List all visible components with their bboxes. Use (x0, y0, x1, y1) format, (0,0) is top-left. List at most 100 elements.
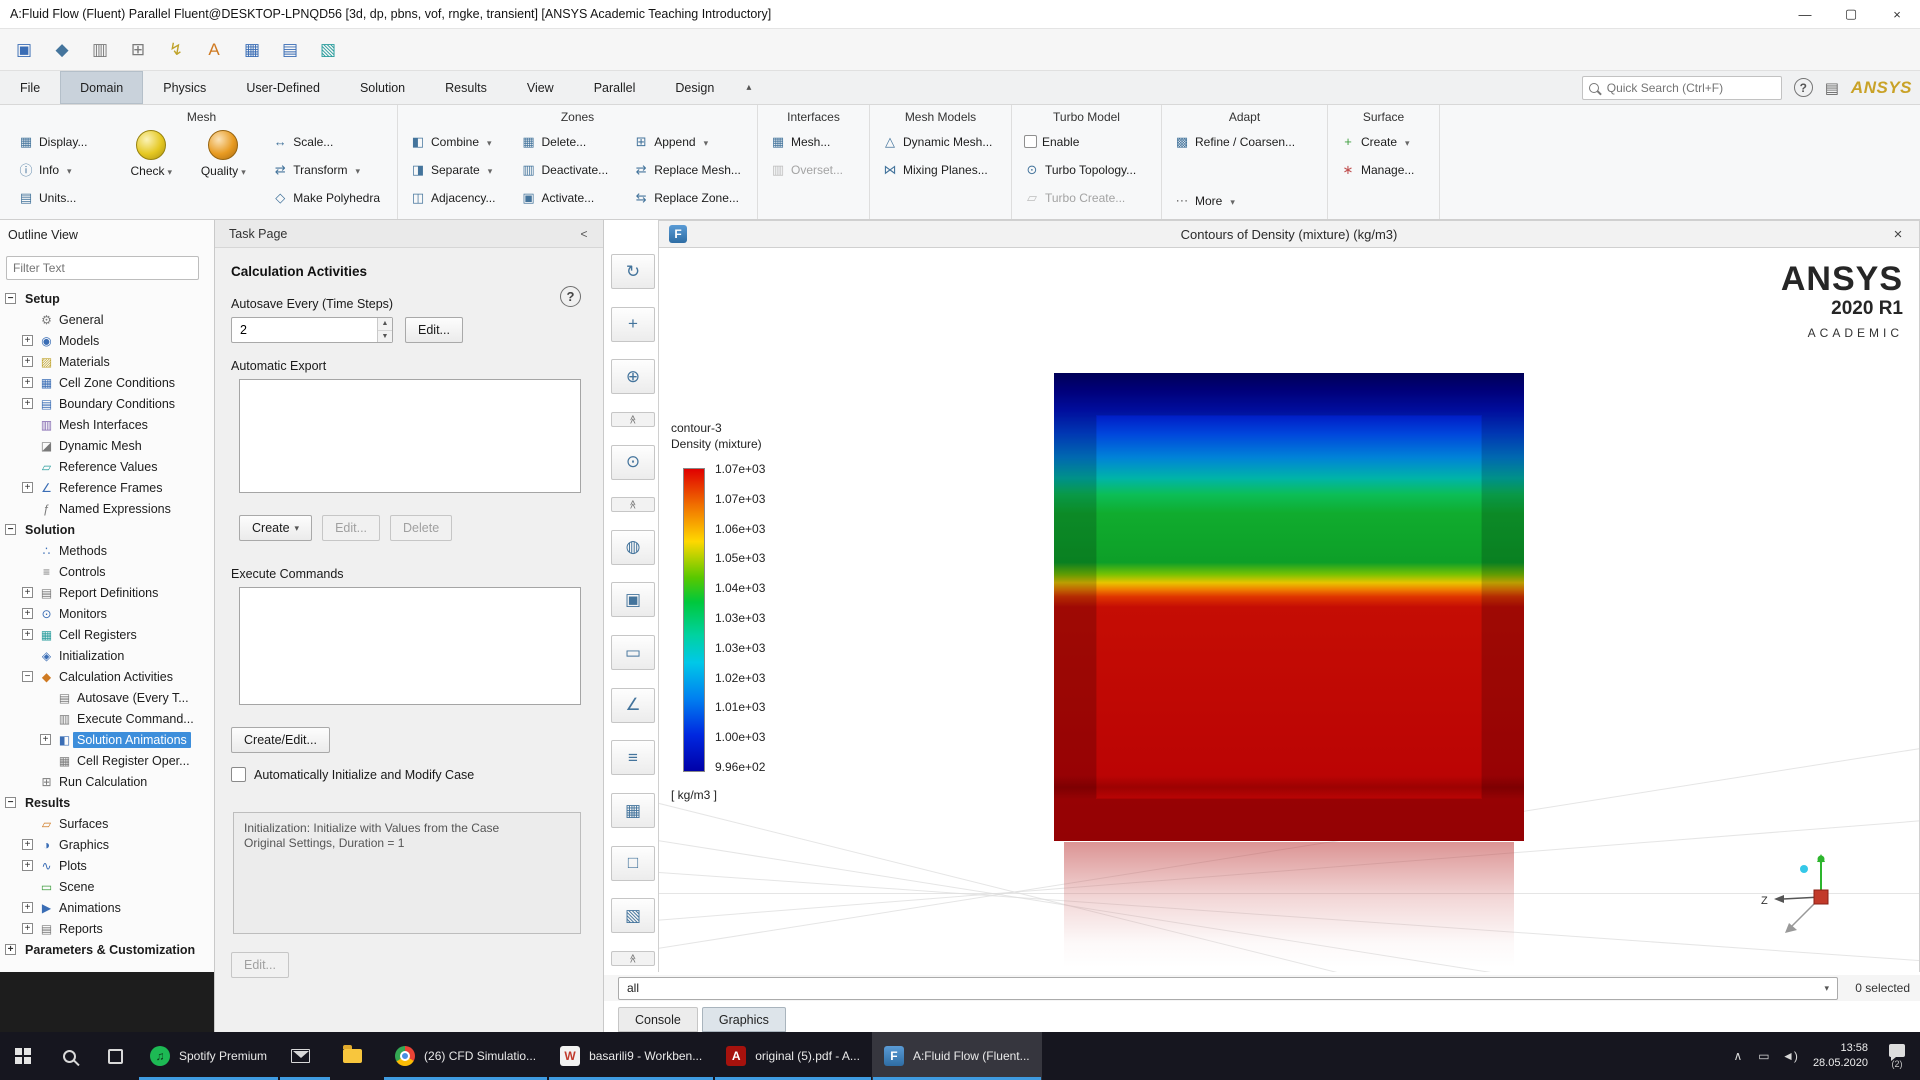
autosave-edit-button[interactable]: Edit... (405, 317, 463, 343)
tree-item[interactable]: ◪ Dynamic Mesh (0, 435, 214, 456)
tree-item[interactable]: ▥ Execute Command... (0, 708, 214, 729)
tree-item[interactable]: Solution (0, 519, 214, 540)
collapse-panel-icon[interactable]: < (575, 227, 593, 241)
measure-icon[interactable]: ▭ (611, 635, 655, 671)
taskbar-app-chrome[interactable]: (26) CFD Simulatio... (383, 1032, 548, 1080)
lights-icon[interactable]: ◍ (611, 529, 655, 565)
info-button[interactable]: ⓘ Info (15, 157, 105, 182)
automatic-export-list[interactable] (239, 379, 581, 493)
calculator-icon[interactable]: ⊞ (122, 34, 154, 66)
taskbar-app-explorer[interactable] (331, 1032, 383, 1080)
tree-item[interactable]: ▤ Reports (0, 918, 214, 939)
tree-expander-icon[interactable] (22, 671, 33, 682)
activate-zones-button[interactable]: ▣ Activate... (517, 185, 616, 210)
tree-item[interactable]: ∴ Methods (0, 540, 214, 561)
manual-icon[interactable]: ▤ (1825, 79, 1839, 97)
transform-button[interactable]: ⇄ Transform (269, 157, 388, 182)
tab-physics[interactable]: Physics (143, 71, 226, 104)
tree-item[interactable]: ◉ Models (0, 330, 214, 351)
scene-report-icon[interactable]: ▧ (611, 898, 655, 934)
tree-expander-icon[interactable] (5, 293, 16, 304)
tree-item[interactable]: ▥ Mesh Interfaces (0, 414, 214, 435)
tree-item[interactable]: ▱ Surfaces (0, 813, 214, 834)
pan-icon[interactable]: + (611, 306, 655, 342)
taskbar-app-workbench[interactable]: basarili9 - Workben... (548, 1032, 714, 1080)
auto-initialize-checkbox[interactable] (231, 767, 246, 782)
tree-item[interactable]: ◈ Initialization (0, 645, 214, 666)
tab-file[interactable]: File (0, 71, 60, 104)
delete-export-button[interactable]: Delete (390, 515, 453, 541)
tree-expander-icon[interactable] (22, 587, 33, 598)
tree-expander-icon[interactable] (5, 944, 16, 955)
tree-expander-icon[interactable] (22, 839, 33, 850)
spinner-down-icon[interactable]: ▼ (378, 330, 392, 342)
tree-expander-icon[interactable] (22, 902, 33, 913)
tree-item[interactable]: ⊞ Run Calculation (0, 771, 214, 792)
hidden-icons-chevron-icon[interactable]: ∧ (1725, 1049, 1751, 1063)
close-button[interactable]: × (1874, 0, 1920, 28)
manage-surfaces-button[interactable]: ∗ Manage... (1337, 157, 1422, 182)
tab-results[interactable]: Results (425, 71, 507, 104)
turbo-create-button[interactable]: ▱ Turbo Create... (1021, 185, 1144, 210)
tree-item[interactable]: Setup (0, 288, 214, 309)
tree-item[interactable]: ⚙ General (0, 309, 214, 330)
taskbar-clock[interactable]: 13:58 28.05.2020 (1805, 1041, 1876, 1071)
tree-expander-icon[interactable] (22, 356, 33, 367)
tree-item[interactable]: Parameters & Customization (0, 939, 214, 960)
tree-expander-icon[interactable] (22, 629, 33, 640)
tree-item[interactable]: ◆ Calculation Activities (0, 666, 214, 687)
ribbon-collapse-icon[interactable]: ▴ (734, 71, 763, 104)
replace-mesh-button[interactable]: ⇄ Replace Mesh... (630, 157, 748, 182)
edit-export-button[interactable]: Edit... (322, 515, 381, 541)
tree-item[interactable]: ▨ Materials (0, 351, 214, 372)
combine-zones-button[interactable]: ◧ Combine (407, 129, 503, 154)
taskbar-app-acrobat[interactable]: original (5).pdf - A... (714, 1032, 872, 1080)
probe-icon[interactable]: ⊙ (611, 444, 655, 480)
annotation-icon[interactable]: ≡ (611, 740, 655, 776)
new-window-icon[interactable]: □ (611, 845, 655, 881)
archive-icon[interactable]: ▥ (84, 34, 116, 66)
tree-item[interactable]: ≡ Controls (0, 561, 214, 582)
refine-coarsen-button[interactable]: ▩ Refine / Coarsen... (1171, 129, 1303, 154)
tree-expander-icon[interactable] (5, 524, 16, 535)
display-button[interactable]: ▦ Display... (15, 129, 105, 154)
tree-expander-icon[interactable] (22, 860, 33, 871)
tree-item[interactable]: ▦ Cell Registers (0, 624, 214, 645)
replace-zone-button[interactable]: ⇆ Replace Zone... (630, 185, 748, 210)
save-case-icon[interactable]: ◆ (46, 34, 78, 66)
units-button[interactable]: ▤ Units... (15, 185, 105, 210)
quality-button[interactable]: Quality (191, 129, 255, 217)
tree-item[interactable]: ▤ Boundary Conditions (0, 393, 214, 414)
xy-plot-icon[interactable]: ∠ (611, 687, 655, 723)
initialization-edit-button[interactable]: Edit... (231, 952, 289, 978)
ansys-a-icon[interactable]: A (198, 34, 230, 66)
check-button[interactable]: Check (119, 129, 183, 217)
tree-item[interactable]: ∠ Reference Frames (0, 477, 214, 498)
append-zones-button[interactable]: ⊞ Append (630, 129, 748, 154)
tab-domain[interactable]: Domain (60, 71, 144, 104)
tree-expander-icon[interactable] (22, 608, 33, 619)
tree-expander-icon[interactable] (5, 797, 16, 808)
tree-item[interactable]: ▦ Cell Zone Conditions (0, 372, 214, 393)
tree-item[interactable]: ▤ Report Definitions (0, 582, 214, 603)
help-icon[interactable]: ? (560, 286, 581, 307)
splitter-chevron-icon[interactable]: ≪ (611, 497, 655, 513)
zoom-in-icon[interactable]: ⊕ (611, 359, 655, 395)
tab-design[interactable]: Design (655, 71, 734, 104)
display-tray-icon[interactable]: ▭ (1751, 1049, 1777, 1063)
open-folder-icon[interactable]: ▣ (8, 34, 40, 66)
grid-add-icon[interactable]: ▦ (236, 34, 268, 66)
tree-item[interactable]: ƒ Named Expressions (0, 498, 214, 519)
taskbar-app-mail[interactable] (279, 1032, 331, 1080)
graphics-close-button[interactable]: × (1887, 226, 1909, 243)
create-edit-command-button[interactable]: Create/Edit... (231, 727, 330, 753)
tab-user-defined[interactable]: User-Defined (226, 71, 340, 104)
bolt-icon[interactable]: ↯ (160, 34, 192, 66)
turbo-topology-button[interactable]: ⊙ Turbo Topology... (1021, 157, 1144, 182)
autosave-frequency-input[interactable] (231, 317, 393, 343)
adjacency-button[interactable]: ◫ Adjacency... (407, 185, 503, 210)
tab-view[interactable]: View (507, 71, 574, 104)
task-view-button[interactable] (92, 1032, 138, 1080)
grid-icon[interactable]: ▤ (274, 34, 306, 66)
splitter-chevron-icon[interactable]: ≪ (611, 950, 655, 966)
